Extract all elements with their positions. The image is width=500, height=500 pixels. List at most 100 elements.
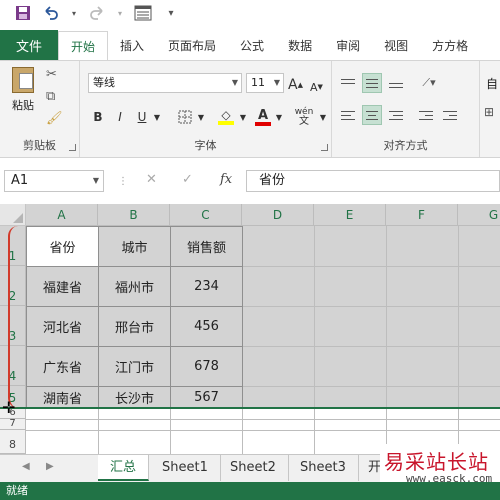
chevron-down-icon[interactable]: ▼	[152, 107, 162, 127]
ribbon-tabs: 文件 开始 插入 页面布局 公式 数据 审阅 视图 方方格	[0, 30, 500, 61]
row-resize-cursor-icon[interactable]: ✛	[2, 398, 15, 417]
cell-b1[interactable]: 城市	[98, 226, 171, 267]
tab-review[interactable]: 审阅	[324, 30, 372, 60]
tab-file[interactable]: 文件	[0, 30, 58, 60]
chevron-down-icon[interactable]: ▼	[274, 107, 284, 127]
paste-button[interactable]: 粘贴	[8, 67, 38, 123]
sheet-tab-sheet1[interactable]: Sheet1	[150, 455, 221, 481]
copy-icon[interactable]: ⧉	[46, 89, 55, 104]
column-header-b[interactable]: B	[98, 204, 170, 226]
cell-a2[interactable]: 福建省	[26, 266, 99, 307]
sheet-tab-sheet3[interactable]: Sheet3	[288, 455, 359, 481]
chevron-down-icon[interactable]: ▼	[196, 107, 206, 127]
column-header-e[interactable]: E	[314, 204, 386, 226]
tab-home[interactable]: 开始	[58, 31, 109, 61]
column-header-c[interactable]: C	[170, 204, 242, 226]
row-header-7[interactable]: 7	[0, 418, 26, 430]
cell-b5[interactable]: 长沙市	[98, 386, 171, 408]
align-bottom-icon[interactable]	[386, 73, 406, 93]
font-color-button[interactable]: A	[254, 107, 272, 127]
cell-a3[interactable]: 河北省	[26, 306, 99, 347]
insert-function-button[interactable]: fx	[220, 172, 232, 187]
cut-icon[interactable]: ✂	[46, 67, 57, 82]
tab-view[interactable]: 视图	[372, 30, 420, 60]
cell-c3[interactable]: 456	[170, 306, 243, 347]
form-icon[interactable]	[134, 4, 152, 22]
cell-a5[interactable]: 湖南省	[26, 386, 99, 408]
worksheet-grid[interactable]: A B C D E F G 1 2 3 4 5 6 7 8 省份 城市 销售额 …	[0, 204, 500, 454]
cell-c4[interactable]: 678	[170, 346, 243, 387]
increase-indent-icon[interactable]	[440, 105, 460, 125]
name-box-value: A1	[11, 173, 29, 188]
chevron-down-icon[interactable]: ▾	[162, 4, 180, 22]
formula-input[interactable]: 省份	[246, 170, 500, 192]
gridline	[170, 408, 171, 454]
column-header-f[interactable]: F	[386, 204, 458, 226]
align-right-icon[interactable]	[386, 105, 406, 125]
redo-icon[interactable]	[88, 4, 106, 22]
merge-center-button[interactable]: ⊞	[484, 105, 494, 119]
align-left-icon[interactable]	[338, 105, 358, 125]
gridline	[242, 346, 500, 347]
bold-button[interactable]: B	[90, 107, 106, 127]
decrease-indent-icon[interactable]	[416, 105, 436, 125]
tab-addin[interactable]: 方方格	[420, 30, 480, 60]
cell-c2[interactable]: 234	[170, 266, 243, 307]
tab-insert[interactable]: 插入	[108, 30, 156, 60]
row-header-8[interactable]: 8	[0, 430, 26, 454]
check-icon[interactable]: ✓	[182, 172, 193, 187]
close-icon[interactable]: ✕	[146, 172, 157, 187]
column-header-a[interactable]: A	[26, 204, 98, 226]
font-group: 等线 ▼ 11 ▼ A ▲ A ▼ B I U ▼ ▼ ◇ ▼ A ▼ wén 文 …	[80, 61, 332, 157]
wrap-text-button[interactable]: 自	[486, 75, 498, 92]
undo-icon[interactable]	[42, 4, 60, 22]
font-name-select[interactable]: 等线 ▼	[88, 73, 242, 93]
cell-a4[interactable]: 广东省	[26, 346, 99, 387]
watermark-title: 易采站长站	[384, 450, 489, 474]
paint-bucket-icon: ◇	[221, 108, 231, 122]
phonetic-char: 文	[299, 116, 309, 127]
tab-page-layout[interactable]: 页面布局	[156, 30, 228, 60]
undo-dropdown-icon[interactable]: ▾	[70, 4, 78, 22]
cell-b4[interactable]: 江门市	[98, 346, 171, 387]
cell-b2[interactable]: 福州市	[98, 266, 171, 307]
sheet-tab-sheet2[interactable]: Sheet2	[218, 455, 289, 481]
chevron-down-icon[interactable]: ▼	[318, 107, 328, 127]
tab-formulas[interactable]: 公式	[228, 30, 276, 60]
cell-c5[interactable]: 567	[170, 386, 243, 408]
sheet-next-icon[interactable]: ▶	[46, 461, 54, 472]
formula-bar-grip-icon[interactable]: ⋮	[118, 176, 128, 187]
grow-font-button[interactable]: A ▲	[288, 75, 303, 95]
sheet-prev-icon[interactable]: ◀	[22, 461, 30, 472]
save-icon[interactable]	[14, 4, 32, 22]
fill-color-button[interactable]: ◇	[216, 107, 236, 127]
orientation-icon[interactable]: ⟋▾	[416, 73, 442, 93]
gridline	[26, 430, 500, 431]
cell-a1[interactable]: 省份	[26, 226, 99, 267]
chevron-down-icon[interactable]: ▼	[238, 107, 248, 127]
shrink-font-button[interactable]: A ▼	[310, 77, 323, 97]
cell-b3[interactable]: 邢台市	[98, 306, 171, 347]
clipboard-group-label: 剪贴板	[23, 139, 56, 152]
clipboard-launcher-icon[interactable]	[69, 144, 76, 151]
sheet-tab-summary[interactable]: 汇总	[98, 455, 150, 481]
cell-c1[interactable]: 销售额	[170, 226, 243, 267]
tab-data[interactable]: 数据	[276, 30, 324, 60]
format-painter-icon[interactable]: 🖌	[46, 111, 63, 126]
select-all-button[interactable]	[0, 204, 26, 226]
phonetic-button[interactable]: wén 文	[292, 107, 316, 127]
italic-button[interactable]: I	[112, 107, 128, 127]
name-box[interactable]: A1 ▼	[4, 170, 104, 192]
column-header-g[interactable]: G	[458, 204, 500, 226]
column-header-d[interactable]: D	[242, 204, 314, 226]
fill-color-swatch	[218, 121, 234, 125]
underline-button[interactable]: U	[134, 107, 150, 127]
align-top-icon[interactable]	[338, 73, 358, 93]
redo-dropdown-icon[interactable]: ▾	[116, 4, 124, 22]
clipboard-group: 粘贴 ✂ ⧉ 🖌 剪贴板	[0, 61, 80, 157]
font-launcher-icon[interactable]	[321, 144, 328, 151]
align-center-icon[interactable]	[362, 105, 382, 125]
font-size-select[interactable]: 11 ▼	[246, 73, 284, 93]
align-middle-icon[interactable]	[362, 73, 382, 93]
border-icon[interactable]	[176, 107, 194, 127]
